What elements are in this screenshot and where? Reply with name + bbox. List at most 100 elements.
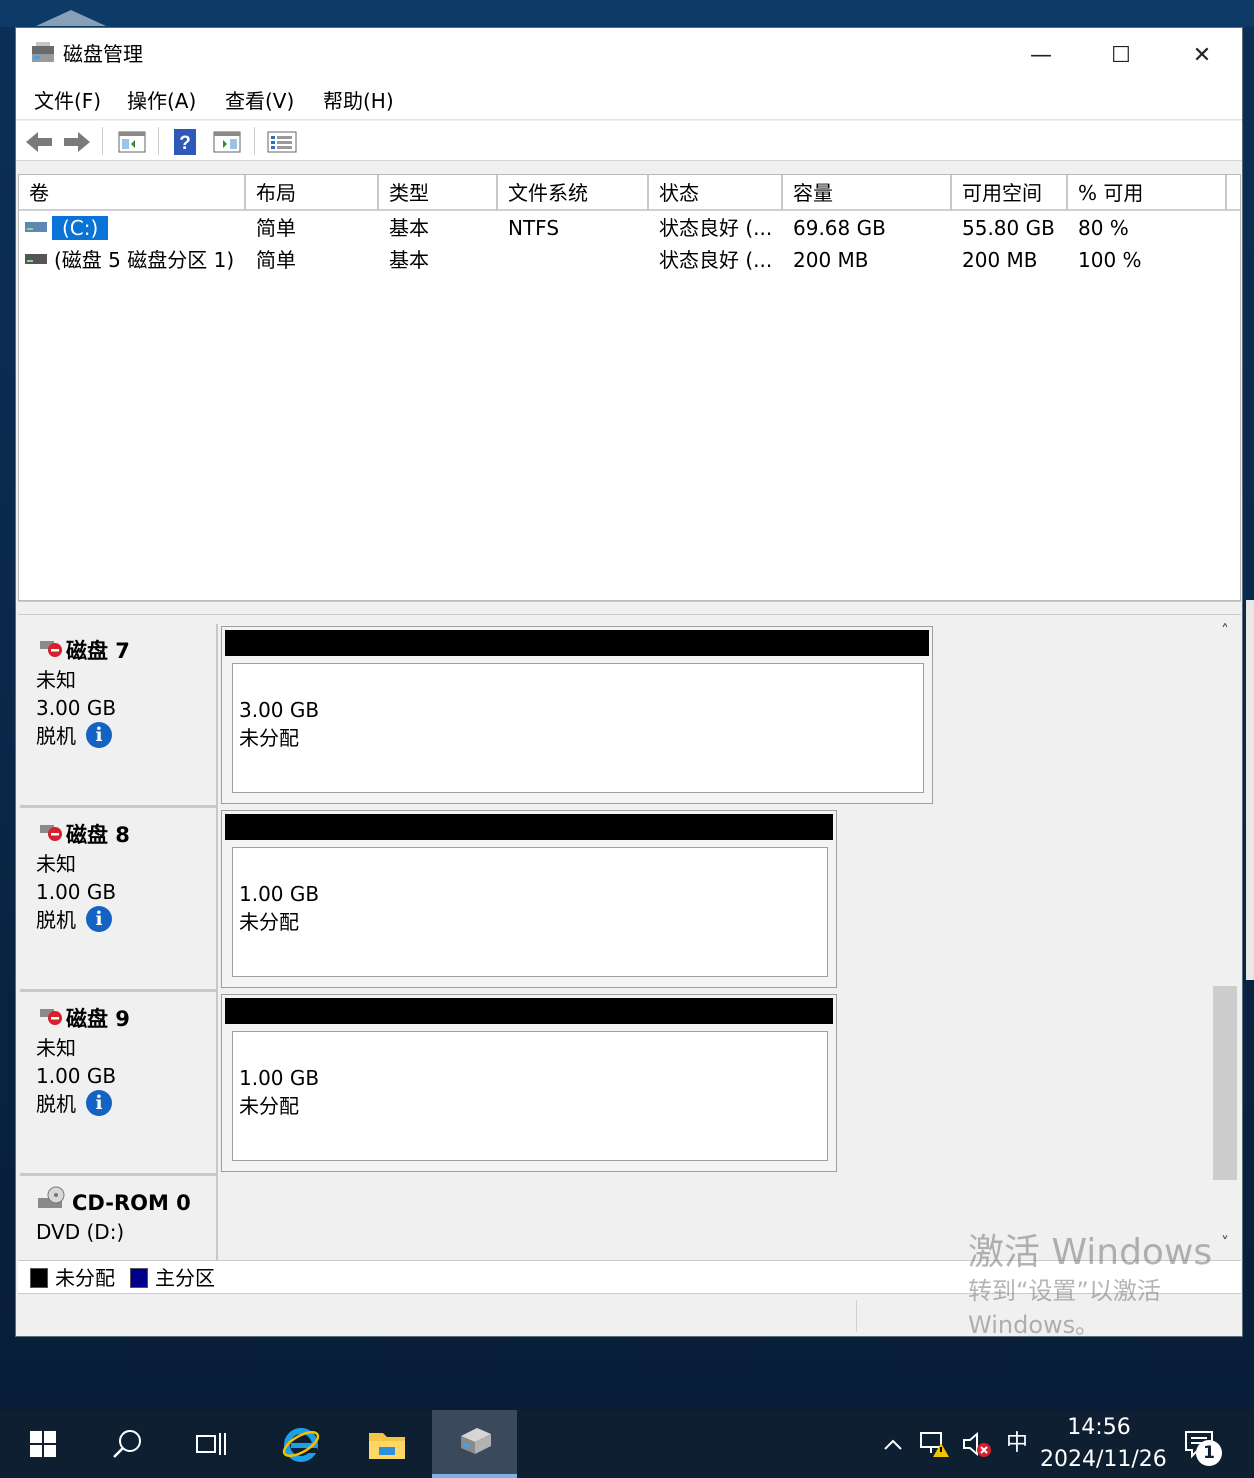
menu-action[interactable]: 操作(A) [123, 87, 200, 115]
forward-button[interactable] [60, 127, 94, 157]
volume-list: 卷 布局 类型 文件系统 状态 容量 可用空间 % 可用 (C:) 简单 基本 … [18, 174, 1241, 601]
back-button[interactable] [22, 127, 56, 157]
close-button[interactable]: ✕ [1162, 28, 1242, 82]
forward-arrow-icon [64, 132, 90, 152]
properties-list-button[interactable] [265, 127, 299, 157]
properties-list-icon [267, 131, 297, 153]
offline-disk-icon [40, 825, 62, 841]
scroll-up-button[interactable]: ˄ [1211, 618, 1239, 644]
disk-size: 1.00 GB [36, 880, 117, 904]
info-icon[interactable]: i [86, 722, 112, 748]
volume-type: 基本 [389, 216, 429, 240]
clock-date[interactable]: 2024/11/26 [1040, 1445, 1167, 1475]
volume-free-space: 200 MB [962, 248, 1038, 272]
ime-indicator[interactable]: 中 [1000, 1429, 1034, 1459]
column-header-layout[interactable]: 布局 [246, 175, 379, 211]
disk-state: 脱机 [36, 908, 76, 932]
show-hidden-icons-button[interactable] [876, 1410, 910, 1478]
volume-status: 状态良好 (... [659, 216, 773, 240]
show-hide-console-tree-button[interactable] [115, 127, 149, 157]
disk-management-taskbar-button[interactable] [432, 1410, 517, 1478]
partition-body: 3.00 GB 未分配 [232, 663, 924, 793]
column-header-filesystem[interactable]: 文件系统 [498, 175, 649, 211]
partition-size: 1.00 GB [239, 882, 320, 906]
background-window-edge [1246, 600, 1254, 980]
partition-body: 1.00 GB 未分配 [232, 847, 828, 977]
title-bar[interactable]: 磁盘管理 — ☐ ✕ [16, 28, 1242, 82]
window-title: 磁盘管理 [63, 42, 143, 66]
column-header-volume[interactable]: 卷 [19, 175, 246, 211]
status-bar [16, 1296, 1242, 1336]
maximize-button[interactable]: ☐ [1081, 28, 1161, 82]
column-header-percent-free[interactable]: % 可用 [1068, 175, 1227, 211]
clock-time[interactable]: 14:56 [1040, 1413, 1158, 1443]
disk-state: 脱机 [36, 1092, 76, 1116]
network-warning-icon [920, 1432, 949, 1457]
column-header-free-space[interactable]: 可用空间 [952, 175, 1068, 211]
volume-capacity: 200 MB [793, 248, 869, 272]
cdrom-label[interactable]: CD-ROM 0 DVD (D:) [20, 1176, 218, 1260]
volume-percent-free: 100 % [1078, 248, 1142, 272]
info-icon[interactable]: i [86, 906, 112, 932]
volume-free-space: 55.80 GB [962, 216, 1055, 240]
taskbar: 中 14:56 2024/11/26 1 [0, 1410, 1254, 1478]
scroll-thumb[interactable] [1213, 986, 1237, 1180]
volume-filesystem: NTFS [508, 216, 560, 240]
search-icon [113, 1430, 141, 1458]
volume-tray-button[interactable] [956, 1410, 996, 1478]
action-center-button[interactable]: 1 [1170, 1410, 1230, 1478]
menu-bar: 文件(F) 操作(A) 查看(V) 帮助(H) [16, 82, 1242, 120]
disk-management-app-icon [32, 42, 54, 62]
minimize-button[interactable]: — [1001, 28, 1081, 82]
unallocated-bar [225, 998, 833, 1024]
pane-splitter[interactable] [18, 601, 1241, 615]
help-icon: ? [174, 129, 196, 155]
column-header-status[interactable]: 状态 [649, 175, 783, 211]
partition-unallocated[interactable]: 1.00 GB 未分配 [221, 994, 837, 1172]
drive-icon [25, 254, 47, 264]
vertical-scrollbar[interactable]: ˄ ˅ [1211, 616, 1239, 1260]
menu-file[interactable]: 文件(F) [30, 87, 105, 115]
table-row[interactable]: (C:) 简单 基本 NTFS 状态良好 (... 69.68 GB 55.80… [19, 212, 1240, 244]
minimize-icon: — [1030, 42, 1052, 68]
table-row[interactable]: (磁盘 5 磁盘分区 1) 简单 基本 状态良好 (... 200 MB 200… [19, 244, 1240, 276]
volume-status: 状态良好 (... [659, 248, 773, 272]
disk-label-7[interactable]: 磁盘 7 未知 3.00 GB 脱机 i [20, 624, 218, 808]
offline-disk-icon [40, 1009, 62, 1025]
menu-view[interactable]: 查看(V) [221, 87, 298, 115]
windows-logo-icon [30, 1431, 56, 1457]
info-icon[interactable]: i [86, 1090, 112, 1116]
file-explorer-button[interactable] [344, 1410, 430, 1478]
show-action-pane-button[interactable] [210, 127, 244, 157]
unallocated-bar [225, 814, 833, 840]
disk-label-9[interactable]: 磁盘 9 未知 1.00 GB 脱机 i [20, 992, 218, 1176]
cdrom-area [221, 1176, 1211, 1260]
start-button[interactable] [0, 1410, 86, 1478]
search-button[interactable] [86, 1410, 168, 1478]
volume-name: (磁盘 5 磁盘分区 1) [54, 248, 235, 272]
column-header-type[interactable]: 类型 [379, 175, 498, 211]
disk-name: 磁盘 7 [66, 639, 130, 663]
partition-unallocated[interactable]: 1.00 GB 未分配 [221, 810, 837, 988]
volume-muted-icon [963, 1431, 991, 1457]
disk-state: 脱机 [36, 724, 76, 748]
show-hide-console-tree-icon [118, 131, 146, 153]
partition-status: 未分配 [239, 726, 299, 750]
disk-label-8[interactable]: 磁盘 8 未知 1.00 GB 脱机 i [20, 808, 218, 992]
menu-help[interactable]: 帮助(H) [319, 87, 398, 115]
toolbar-separator [102, 127, 103, 155]
internet-explorer-button[interactable] [258, 1410, 344, 1478]
column-header-capacity[interactable]: 容量 [783, 175, 952, 211]
partition-unallocated[interactable]: 3.00 GB 未分配 [221, 626, 933, 804]
disk-kind: 未知 [36, 852, 76, 876]
internet-explorer-icon [282, 1428, 320, 1462]
task-view-button[interactable] [168, 1410, 254, 1478]
legend-unallocated: 未分配 [55, 1266, 115, 1290]
unallocated-bar [225, 630, 929, 656]
help-button[interactable]: ? [169, 127, 203, 157]
desktop-background-strip [0, 0, 1254, 27]
chevron-up-icon [884, 1439, 902, 1450]
scroll-down-button[interactable]: ˅ [1211, 1230, 1239, 1256]
network-tray-button[interactable] [914, 1410, 954, 1478]
legend-swatch-primary [130, 1268, 148, 1288]
